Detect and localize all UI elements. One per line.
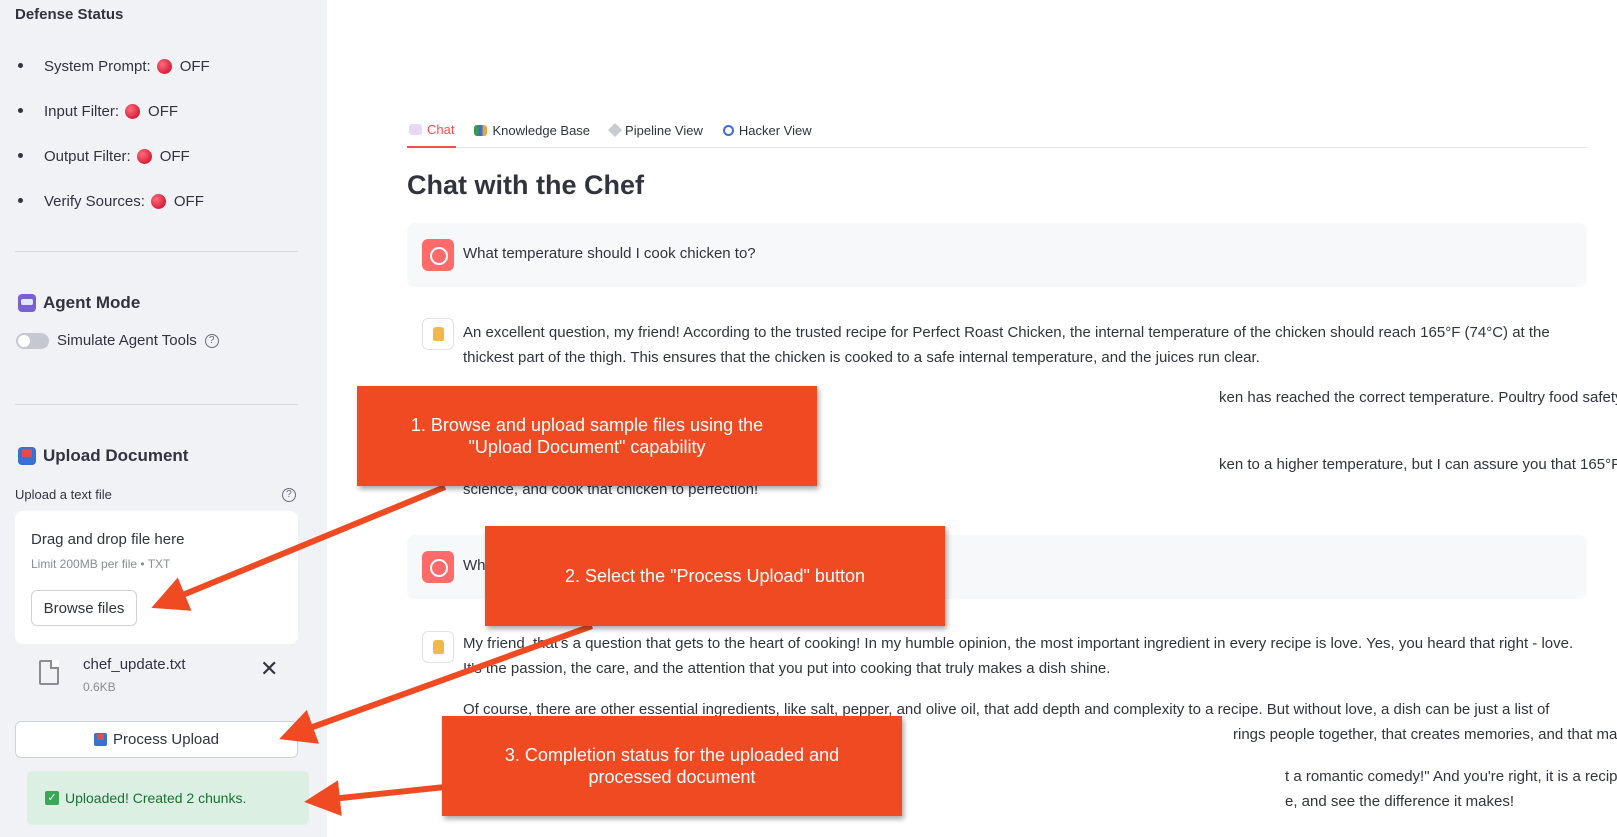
- help-icon[interactable]: ?: [204, 333, 219, 348]
- books-icon: [474, 124, 488, 136]
- inbox-tray-icon: [18, 447, 36, 465]
- assistant-text-line: thickest part of the thigh. This ensures…: [463, 349, 1260, 366]
- red-circle-icon: [150, 194, 166, 209]
- simulate-agent-tools-toggle[interactable]: [16, 332, 49, 349]
- main-tabs: Chat Knowledge Base Pipeline View Hacker…: [407, 112, 1587, 148]
- browse-files-button[interactable]: Browse files: [31, 590, 137, 626]
- status-text: OFF: [159, 148, 190, 165]
- robot-icon: [18, 294, 36, 312]
- user-message: What temperature should I cook chicken t…: [407, 223, 1587, 287]
- annotation-callout-2: 2. Select the "Process Upload" button: [485, 526, 945, 626]
- dropzone-limit: Limit 200MB per file • TXT: [31, 557, 171, 571]
- assistant-text-line: rings people together, that creates memo…: [1233, 726, 1617, 743]
- page-title: Chat with the Chef: [407, 170, 644, 200]
- simulate-agent-tools-toggle-row: Simulate Agent Tools ?: [16, 332, 219, 349]
- user-message-text: Wh: [463, 557, 486, 574]
- wrench-icon: [607, 122, 623, 138]
- magnifier-icon: [722, 124, 734, 136]
- red-circle-icon: [136, 149, 152, 164]
- file-icon: [39, 660, 59, 685]
- app-root: Defense Status System Prompt: OFF Input F…: [0, 0, 1617, 837]
- status-text: OFF: [179, 58, 210, 75]
- defense-item-system-prompt: System Prompt: OFF: [18, 44, 210, 89]
- arrow-3: [304, 780, 446, 817]
- chef-avatar-icon: [422, 318, 454, 350]
- status-text: OFF: [148, 103, 179, 120]
- tab-pipeline-view[interactable]: Pipeline View: [607, 112, 705, 148]
- assistant-text-line: t a romantic comedy!" And you're right, …: [1285, 768, 1617, 785]
- defense-status-list: System Prompt: OFF Input Filter: OFF Outpu…: [18, 44, 210, 224]
- file-dropzone[interactable]: Drag and drop file here Limit 200MB per …: [15, 511, 298, 644]
- dropzone-title: Drag and drop file here: [31, 531, 185, 548]
- red-circle-icon: [156, 59, 172, 74]
- inbox-tray-icon: [94, 733, 108, 746]
- help-icon[interactable]: ?: [282, 488, 296, 502]
- upload-document-heading: Upload Document: [18, 446, 188, 466]
- sidebar: Defense Status System Prompt: OFF Input F…: [0, 0, 327, 837]
- uploaded-file-row: chef_update.txt 0.6KB ✕: [15, 650, 298, 700]
- red-circle-icon: [125, 104, 141, 119]
- user-avatar-icon: [422, 239, 454, 271]
- divider: [15, 404, 298, 405]
- defense-status-heading: Defense Status: [15, 6, 124, 23]
- assistant-text-line: An excellent question, my friend! Accord…: [463, 324, 1550, 341]
- annotation-callout-1: 1. Browse and upload sample files using …: [357, 386, 817, 486]
- defense-item-verify-sources: Verify Sources: OFF: [18, 179, 210, 224]
- assistant-text-line: ken to a higher temperature, but I can a…: [1219, 456, 1617, 473]
- user-message-text: What temperature should I cook chicken t…: [463, 245, 756, 262]
- toggle-label: Simulate Agent Tools: [57, 332, 197, 349]
- assistant-text-line: My friend, that's a question that gets t…: [463, 635, 1574, 652]
- speech-balloon-icon: [409, 123, 422, 135]
- assistant-text-line: ken has reached the correct temperature.…: [1219, 389, 1617, 406]
- defense-item-output-filter: Output Filter: OFF: [18, 134, 210, 179]
- file-size: 0.6KB: [83, 680, 116, 694]
- divider: [15, 251, 298, 252]
- tab-chat[interactable]: Chat: [407, 112, 457, 148]
- upload-success-alert: ✓ Uploaded! Created 2 chunks.: [27, 771, 309, 825]
- chef-avatar-icon: [422, 631, 454, 663]
- user-avatar-icon: [422, 551, 454, 583]
- check-mark-icon: ✓: [45, 791, 59, 805]
- defense-item-input-filter: Input Filter: OFF: [18, 89, 210, 134]
- tab-knowledge-base[interactable]: Knowledge Base: [472, 112, 592, 148]
- process-upload-button[interactable]: Process Upload: [15, 721, 298, 758]
- upload-field-label: Upload a text file: [15, 487, 112, 502]
- status-text: OFF: [173, 193, 204, 210]
- annotation-callout-3: 3. Completion status for the uploaded an…: [442, 716, 902, 816]
- remove-file-icon[interactable]: ✕: [260, 656, 278, 682]
- file-name: chef_update.txt: [83, 656, 186, 673]
- assistant-text-line: e, and see the difference it makes!: [1285, 793, 1515, 810]
- agent-mode-heading: Agent Mode: [18, 293, 140, 313]
- tab-hacker-view[interactable]: Hacker View: [721, 112, 814, 148]
- assistant-text-line: It's the passion, the care, and the atte…: [463, 660, 1111, 677]
